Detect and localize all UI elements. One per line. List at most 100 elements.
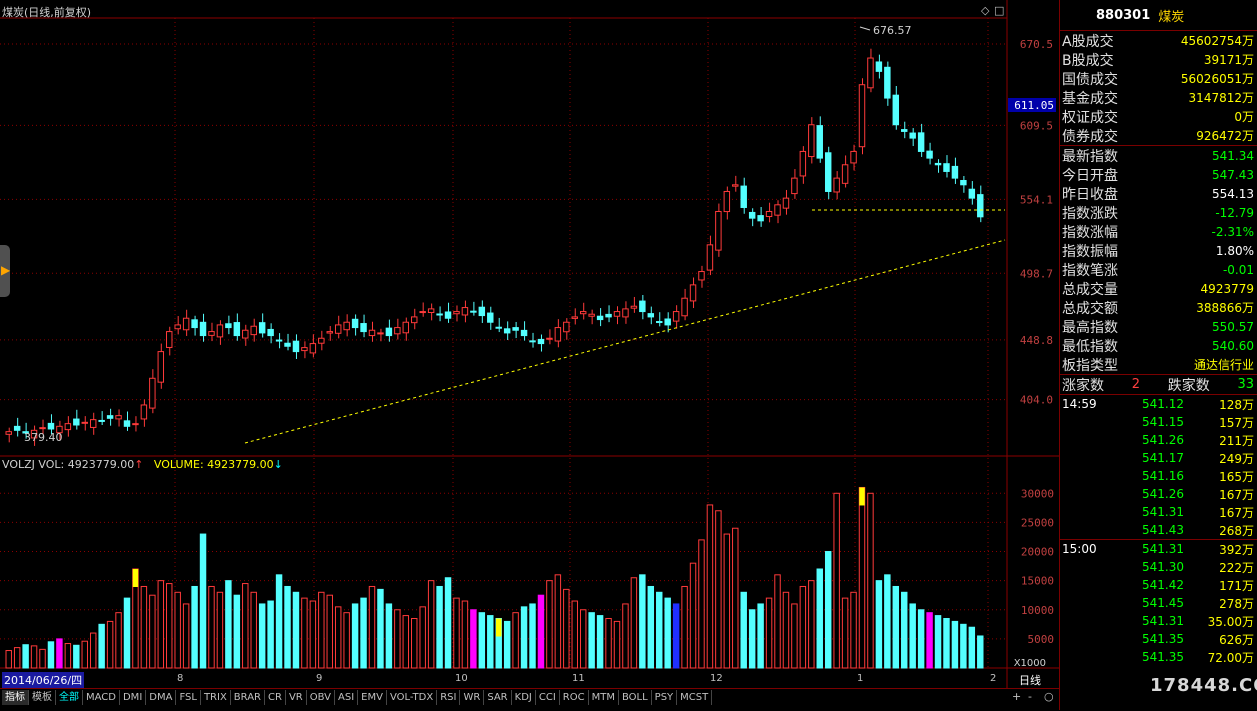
- candle-body: [250, 325, 257, 336]
- tick-price: 541.42: [1142, 578, 1184, 592]
- volume-bar: [757, 603, 764, 669]
- volume-bar: [622, 603, 629, 669]
- peak-label: 676.57: [873, 24, 912, 37]
- kline-chart[interactable]: 670.5609.5554.1498.7448.8404.08 9 10 11 12 1 2…: [0, 0, 1059, 688]
- candle-body: [824, 152, 832, 192]
- tab-macd[interactable]: MACD: [83, 690, 120, 705]
- turnover-key: Α股成交: [1062, 33, 1114, 50]
- volume-bar: [461, 600, 469, 669]
- tab-mtm[interactable]: MTM: [589, 690, 619, 705]
- candle-body: [149, 377, 156, 409]
- tab-dma[interactable]: DMA: [146, 690, 177, 705]
- volume-bar: [672, 603, 680, 669]
- volume-bar: [242, 583, 249, 669]
- turnover-key: 权证成交: [1062, 109, 1118, 126]
- tab-asi[interactable]: ASI: [335, 690, 359, 705]
- volume-bar: [208, 585, 215, 669]
- updown-row: 涨家数 2 跌家数 33: [1060, 375, 1257, 395]
- turnover-value: 45602754万: [1180, 34, 1254, 48]
- candle-body: [470, 310, 477, 313]
- candle-body: [242, 329, 249, 339]
- volume-bar: [639, 574, 646, 669]
- month-label: 11: [572, 673, 585, 684]
- candle-body: [495, 326, 502, 329]
- candle-body: [571, 316, 578, 319]
- tab-全部[interactable]: 全部: [56, 690, 83, 705]
- volume-bar: [782, 591, 790, 669]
- tick-volume: 165万: [1219, 469, 1254, 484]
- candle-body: [588, 313, 595, 317]
- tab-fsl[interactable]: FSL: [176, 690, 201, 705]
- candle-body: [89, 419, 97, 428]
- candle-body: [233, 322, 241, 337]
- zoom-out-button[interactable]: -: [1028, 690, 1032, 703]
- stat-value: 550.57: [1212, 319, 1254, 334]
- chart-title: 煤炭(日线,前复权): [2, 6, 92, 19]
- tick-volume: 278万: [1219, 596, 1254, 611]
- volume-bar: [546, 580, 553, 669]
- turnover-value: 926472万: [1196, 129, 1254, 143]
- square-icon: □: [994, 4, 1004, 17]
- tab-模板[interactable]: 模板: [29, 690, 56, 705]
- tick-price: 541.15: [1142, 415, 1184, 429]
- candle-body: [960, 180, 967, 186]
- tab-指标[interactable]: 指标: [2, 690, 29, 705]
- tab-rsi[interactable]: RSI: [437, 690, 461, 705]
- tab-brar[interactable]: BRAR: [231, 690, 265, 705]
- tab-mcst[interactable]: MCST: [677, 690, 713, 705]
- volume-bar: [605, 618, 612, 669]
- tab-wr[interactable]: WR: [460, 690, 485, 705]
- tab-boll[interactable]: BOLL: [619, 690, 652, 705]
- tab-kdj[interactable]: KDJ: [512, 690, 536, 705]
- candle-body: [757, 215, 764, 222]
- stat-key: 板指类型: [1062, 357, 1118, 374]
- volume-bar: [318, 591, 325, 669]
- tab-cr[interactable]: CR: [265, 690, 286, 705]
- volume-tick-label: 30000: [1021, 487, 1054, 500]
- period-label[interactable]: 日线: [1019, 672, 1041, 688]
- turnover-row: 权证成交 0万: [1060, 107, 1257, 126]
- stat-key: 最低指数: [1062, 338, 1118, 355]
- volume-bar: [563, 588, 570, 669]
- volume-bar: [647, 585, 655, 669]
- candle-body: [394, 327, 401, 335]
- volume-bar: [166, 583, 173, 669]
- candle-body: [656, 321, 663, 324]
- tab-emv[interactable]: EMV: [358, 690, 387, 705]
- quote-panel: 880301 煤炭 Α股成交 45602754万 Β股成交 39171万 国债成交 560…: [1059, 0, 1257, 710]
- stat-value: -2.31%: [1211, 224, 1254, 239]
- tab-sar[interactable]: SAR: [484, 690, 512, 705]
- tab-psy[interactable]: PSY: [652, 690, 678, 705]
- volume-bar: [199, 533, 207, 669]
- tab-roc[interactable]: ROC: [560, 690, 589, 705]
- volume-bar: [149, 594, 156, 669]
- tab-trix[interactable]: TRIX: [201, 690, 231, 705]
- stat-value: 554.13: [1212, 186, 1254, 201]
- tab-vr[interactable]: VR: [286, 690, 307, 705]
- candle-body: [115, 415, 122, 420]
- candle-body: [546, 337, 553, 340]
- volume-bar: [394, 609, 401, 669]
- tab-vol-tdx[interactable]: VOL-TDX: [387, 690, 438, 705]
- candle-body: [672, 311, 680, 322]
- tick-time: 14:59: [1062, 397, 1097, 411]
- volume-bar: [292, 591, 300, 669]
- candle-body: [706, 244, 714, 271]
- volume-bar: [901, 591, 908, 669]
- expand-left-icon[interactable]: ▶: [0, 245, 10, 297]
- candle-body: [799, 150, 807, 177]
- zoom-in-button[interactable]: +: [1012, 690, 1021, 703]
- candle-body: [884, 66, 891, 99]
- candle-body: [208, 331, 215, 336]
- tab-obv[interactable]: OBV: [307, 690, 335, 705]
- volume-bar: [56, 638, 63, 669]
- tab-dmi[interactable]: DMI: [120, 690, 147, 705]
- reset-button[interactable]: ○: [1044, 690, 1054, 703]
- stat-key: 昨日收盘: [1062, 186, 1118, 203]
- tab-cci[interactable]: CCI: [536, 690, 560, 705]
- candle-body: [64, 423, 72, 431]
- volume-bar: [529, 603, 536, 669]
- volume-bar: [977, 635, 984, 669]
- price-tick-label: 404.0: [1020, 394, 1053, 407]
- volume-bar: [841, 597, 849, 669]
